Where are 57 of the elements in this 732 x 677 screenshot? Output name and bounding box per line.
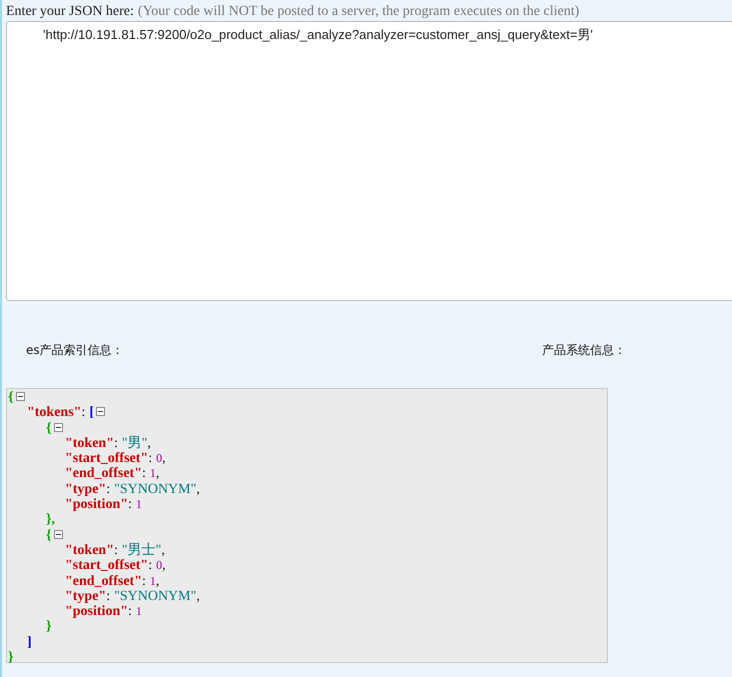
json-key: "end_offset" bbox=[65, 574, 142, 589]
bracket: [ bbox=[89, 405, 94, 421]
json-key: "tokens" bbox=[27, 405, 82, 421]
json-key: "type" bbox=[65, 588, 106, 604]
brace: }, bbox=[46, 512, 56, 528]
brace: } bbox=[46, 619, 52, 635]
bracket: ] bbox=[27, 634, 32, 650]
json-value: "男" bbox=[122, 436, 148, 452]
collapse-icon[interactable] bbox=[16, 392, 25, 401]
colon: : bbox=[81, 405, 86, 421]
comma: , bbox=[161, 542, 165, 558]
json-key: "start_offset" bbox=[65, 451, 148, 466]
collapse-icon[interactable] bbox=[96, 407, 106, 416]
colon: : bbox=[114, 436, 118, 452]
colon: : bbox=[148, 558, 152, 574]
json-key: "end_offset" bbox=[65, 466, 142, 482]
section-label: 产品系统信息： bbox=[542, 342, 626, 359]
json-value: 0 bbox=[156, 451, 162, 466]
json-key: "token" bbox=[65, 436, 114, 452]
json-value: "SYNONYM" bbox=[114, 482, 196, 498]
json-value: 1 bbox=[150, 466, 156, 482]
comma: , bbox=[162, 451, 166, 466]
comma: , bbox=[196, 588, 200, 604]
json-key: "token" bbox=[65, 542, 114, 558]
colon: : bbox=[128, 497, 132, 512]
collapse-icon[interactable] bbox=[54, 530, 63, 539]
colon: : bbox=[142, 466, 146, 482]
json-value: 1 bbox=[150, 574, 156, 589]
json-key: "start_offset" bbox=[65, 558, 148, 574]
json-key: "position" bbox=[65, 604, 128, 620]
json-input-field[interactable]: 'http://10.191.81.57:9200/o2o_product_alias/_analyze?analyzer=customer_ansj_query&text=男' bbox=[6, 21, 732, 301]
json-value: 0 bbox=[156, 558, 162, 574]
json-key: "position" bbox=[65, 497, 128, 512]
comma: , bbox=[147, 436, 151, 452]
section-label: es产品索引信息： bbox=[26, 342, 124, 359]
json-value: "SYNONYM" bbox=[114, 588, 196, 604]
input-label: Enter your JSON here: bbox=[6, 4, 134, 20]
comma: , bbox=[162, 558, 166, 574]
colon: : bbox=[106, 588, 110, 604]
colon: : bbox=[106, 482, 110, 498]
brace: } bbox=[8, 650, 14, 666]
json-value: "男士" bbox=[122, 542, 162, 558]
json-key: "type" bbox=[65, 482, 106, 498]
json-value: 1 bbox=[136, 497, 142, 512]
brace: { bbox=[8, 390, 14, 406]
colon: : bbox=[114, 542, 118, 558]
colon: : bbox=[148, 451, 152, 466]
input-note: (Your code will NOT be posted to a server, the program executes on the client) bbox=[138, 4, 580, 20]
comma: , bbox=[156, 466, 160, 482]
comma: , bbox=[196, 482, 200, 498]
colon: : bbox=[128, 604, 132, 620]
brace: { bbox=[46, 528, 52, 543]
colon: : bbox=[142, 574, 146, 589]
brace: { bbox=[46, 420, 52, 436]
json-value: 1 bbox=[136, 604, 142, 620]
collapse-icon[interactable] bbox=[54, 422, 63, 432]
comma: , bbox=[156, 574, 160, 589]
